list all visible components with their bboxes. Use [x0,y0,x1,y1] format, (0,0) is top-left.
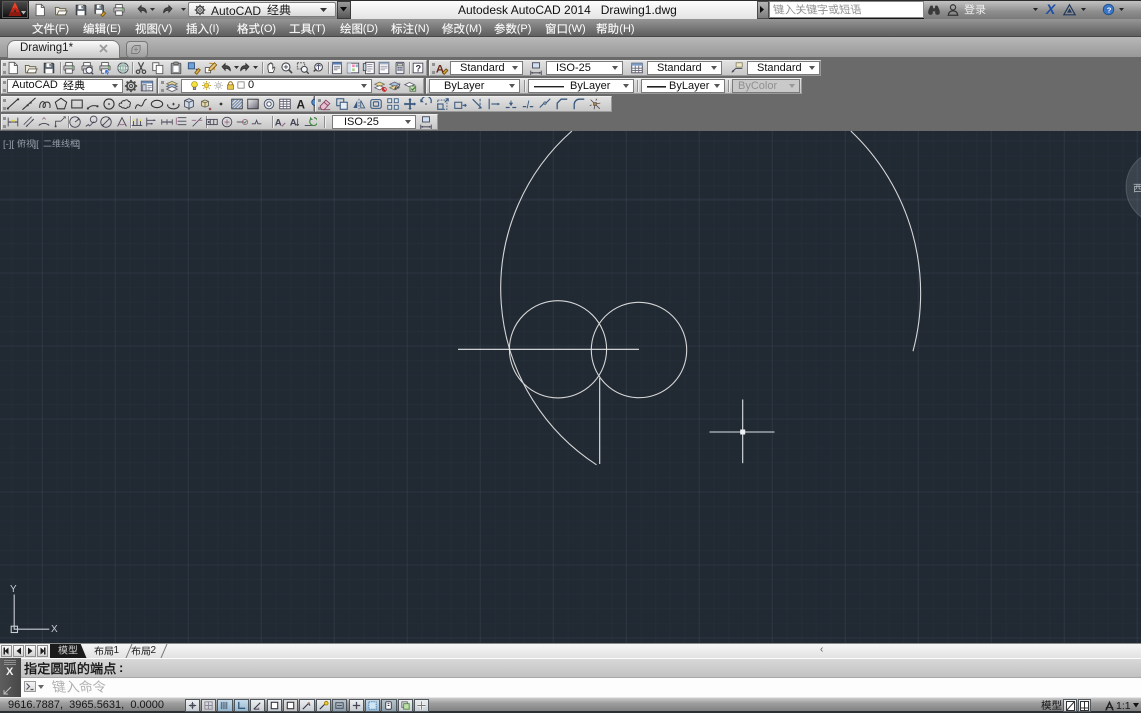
svg-text:Y: Y [10,584,17,595]
svg-text:X: X [51,624,58,635]
